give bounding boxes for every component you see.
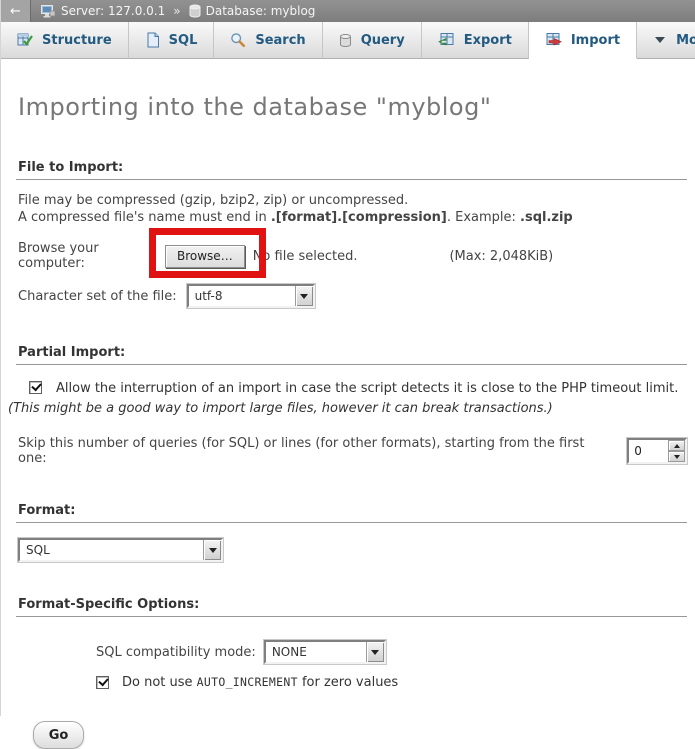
- sql-icon: [145, 32, 160, 48]
- breadcrumb: Server: 127.0.0.1 » Database: myblog: [40, 4, 315, 19]
- back-arrow-icon: ←: [10, 4, 21, 19]
- section-heading-partial-import: Partial Import:: [16, 345, 687, 365]
- tab-label: Import: [571, 33, 620, 48]
- compression-line2: A compressed file's name must end in .[f…: [18, 209, 687, 226]
- tab-label: SQL: [169, 33, 198, 48]
- no-file-selected-text: No file selected.: [253, 249, 358, 264]
- tab-import[interactable]: Import: [529, 22, 637, 59]
- charset-label: Character set of the file:: [18, 289, 177, 304]
- breadcrumb-separator: »: [173, 4, 180, 18]
- sql-compatibility-row: SQL compatibility mode: NONE: [96, 640, 687, 664]
- tab-query[interactable]: Query: [323, 22, 422, 59]
- tab-label: More: [676, 33, 695, 48]
- auto-increment-option: Do not use AUTO_INCREMENT for zero value…: [96, 675, 687, 690]
- allow-interruption-checkbox[interactable]: [29, 381, 42, 394]
- example-extension: .sql.zip: [520, 210, 573, 225]
- breadcrumb-bar: ← Server: 127.0.0.1 » Database: myblog: [1, 0, 695, 22]
- allow-interruption-text: Allow the interruption of an import in c…: [56, 381, 678, 396]
- charset-select[interactable]: utf-8: [187, 284, 315, 308]
- page-title: Importing into the database "myblog": [18, 93, 687, 121]
- auto-increment-text: Do not use AUTO_INCREMENT for zero value…: [122, 675, 398, 690]
- allow-interruption-option: Allow the interruption of an import in c…: [8, 379, 680, 419]
- go-button[interactable]: Go: [33, 721, 84, 749]
- compat-select-arrow-icon[interactable]: [366, 642, 384, 662]
- search-icon: [230, 32, 246, 48]
- format-row: SQL: [18, 538, 687, 562]
- allow-interruption-note: (This might be a good way to import larg…: [8, 401, 553, 416]
- export-icon: [438, 32, 455, 48]
- skip-queries-row: Skip this number of queries (for SQL) or…: [18, 436, 687, 466]
- back-button[interactable]: ←: [1, 0, 31, 22]
- skip-queries-label: Skip this number of queries (for SQL) or…: [18, 436, 615, 466]
- auto-increment-keyword: AUTO_INCREMENT: [197, 675, 298, 689]
- structure-icon: [17, 32, 33, 48]
- tab-more[interactable]: More: [637, 22, 695, 59]
- tab-label: Export: [464, 33, 512, 48]
- query-icon: [339, 33, 352, 48]
- tab-sql[interactable]: SQL: [129, 22, 215, 59]
- browse-label: Browse your computer:: [18, 241, 165, 271]
- charset-selected-value: utf-8: [189, 286, 295, 306]
- main-content: Importing into the database "myblog" Fil…: [1, 93, 695, 749]
- browse-button[interactable]: Browse…: [165, 245, 245, 268]
- auto-increment-checkbox[interactable]: [96, 676, 109, 689]
- tab-search[interactable]: Search: [214, 22, 322, 59]
- section-heading-file-to-import: File to Import:: [16, 160, 687, 180]
- tab-label: Search: [255, 33, 305, 48]
- breadcrumb-database-link[interactable]: Database: myblog: [206, 4, 316, 18]
- sql-compatibility-select[interactable]: NONE: [264, 640, 386, 664]
- tab-bar: Structure SQL Search Query Export Import: [1, 22, 695, 59]
- chevron-down-icon: [653, 35, 667, 45]
- spinner-up-icon[interactable]: [668, 440, 685, 451]
- charset-select-arrow-icon[interactable]: [295, 286, 313, 306]
- max-size-note: (Max: 2,048KiB): [449, 249, 553, 264]
- sql-compatibility-value: NONE: [266, 642, 366, 662]
- server-icon: [40, 4, 56, 19]
- import-icon: [545, 32, 562, 48]
- skip-queries-spinner[interactable]: 0: [627, 438, 687, 464]
- skip-queries-value[interactable]: 0: [629, 440, 668, 462]
- file-upload-row: Browse your computer: Browse… No file se…: [18, 241, 687, 271]
- section-heading-format: Format:: [16, 503, 687, 523]
- database-icon: [189, 4, 201, 18]
- format-select-arrow-icon[interactable]: [203, 540, 221, 560]
- format-select[interactable]: SQL: [18, 538, 223, 562]
- compression-line1: File may be compressed (gzip, bzip2, zip…: [18, 192, 687, 209]
- spinner-down-icon[interactable]: [668, 451, 685, 462]
- section-heading-format-specific: Format-Specific Options:: [16, 597, 687, 617]
- tab-label: Structure: [42, 33, 112, 48]
- format-compression-pattern: .[format].[compression]: [271, 210, 447, 225]
- format-selected-value: SQL: [20, 540, 203, 560]
- tab-export[interactable]: Export: [422, 22, 529, 59]
- sql-compatibility-label: SQL compatibility mode:: [96, 645, 256, 660]
- compression-help-text: File may be compressed (gzip, bzip2, zip…: [18, 192, 687, 226]
- charset-row: Character set of the file: utf-8: [18, 284, 687, 308]
- tab-structure[interactable]: Structure: [1, 22, 129, 59]
- tab-label: Query: [361, 33, 405, 48]
- breadcrumb-server-link[interactable]: Server: 127.0.0.1: [61, 4, 165, 18]
